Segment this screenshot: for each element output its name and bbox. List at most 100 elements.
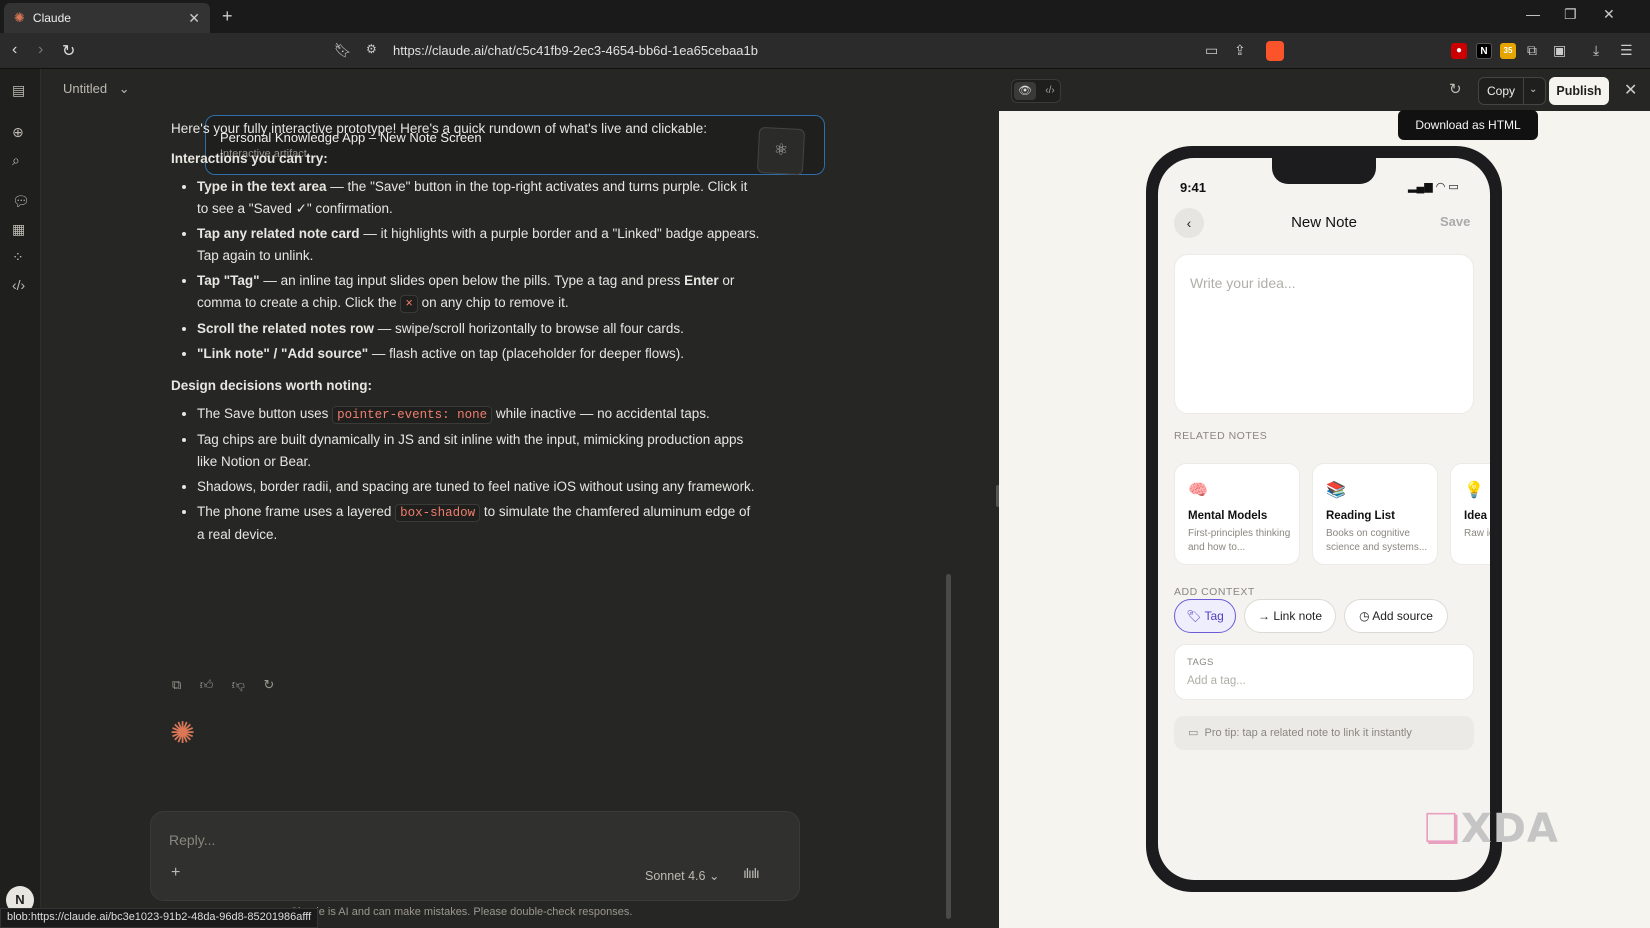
projects-icon[interactable]: ▦ (12, 221, 25, 238)
chevron-down-icon: ⌄ (708, 869, 720, 883)
list-item: Type in the text area — the "Save" butto… (197, 176, 761, 220)
message-actions: ⧉ 👍︎ 👎︎ ↻ (172, 676, 288, 694)
code-icon[interactable]: ‹/› (12, 277, 25, 293)
artifacts-icon[interactable]: ⁘ (12, 249, 24, 266)
thumbs-up-icon[interactable]: 👍︎ (200, 677, 214, 692)
editor-placeholder: Write your idea... (1190, 275, 1296, 291)
view-toggle[interactable]: 👁︎ ‹/› (1011, 79, 1061, 103)
note-card[interactable]: 💡 Idea I Raw id during (1450, 463, 1490, 565)
chats-icon[interactable]: 💬︎ (12, 193, 30, 210)
scrollbar[interactable] (946, 574, 951, 919)
retry-icon[interactable]: ↻ (263, 677, 274, 692)
related-notes-label: RELATED NOTES (1174, 430, 1268, 442)
bold-text: Enter (684, 273, 719, 288)
item-text: — swipe/scroll horizontally to browse al… (374, 321, 684, 336)
minimize-icon[interactable]: — (1526, 6, 1540, 22)
share-icon[interactable]: ⇪ (1234, 42, 1246, 59)
card-desc: Raw id during (1464, 528, 1490, 539)
copy-button[interactable]: Copy ⌄ (1478, 77, 1546, 105)
card-title: Idea I (1464, 510, 1490, 522)
menu-icon[interactable]: ☰ (1620, 42, 1633, 59)
restore-icon[interactable]: ❐ (1564, 6, 1577, 23)
pro-tip: ▭ Pro tip: tap a related note to link it… (1174, 716, 1474, 750)
extension-folder-icon[interactable]: 35 (1500, 43, 1516, 59)
downloads-icon[interactable]: ⤓ (1593, 42, 1599, 59)
tab-claude[interactable]: ✺ Claude ✕ (4, 3, 210, 33)
claude-favicon-icon: ✺ (14, 10, 25, 25)
site-settings-icon[interactable]: ⚙ (366, 42, 377, 56)
arrow-right-icon: → (1257, 609, 1270, 623)
react-atom-icon: ⚛ (756, 126, 806, 176)
brave-shield-icon[interactable] (1266, 41, 1284, 61)
bookmark-icon[interactable]: 🔖︎ (334, 42, 352, 59)
composer[interactable]: Reply... + Sonnet 4.6 ⌄ ılıılı (150, 811, 800, 901)
add-attachment-icon[interactable]: + (171, 864, 180, 882)
search-icon[interactable]: ⌕ (12, 152, 20, 169)
copy-icon[interactable]: ⧉ (172, 677, 181, 692)
refresh-preview-icon[interactable]: ↻ (1449, 80, 1462, 98)
extension-red-icon[interactable]: ● (1451, 43, 1467, 59)
chat-title[interactable]: Untitled ⌄ (63, 81, 130, 97)
extensions-puzzle-icon[interactable]: ⧉ (1527, 42, 1537, 59)
section-heading: Interactions you can try: (171, 151, 328, 166)
card-desc: First-principles thinking and how to... (1188, 528, 1291, 553)
item-text: while inactive — no accidental taps. (492, 406, 710, 421)
note-editor[interactable]: Write your idea... (1174, 254, 1474, 414)
browser-window: ✺ Claude ✕ + — ❐ ✕ ‹ › ↻ 🔖︎ ⚙ https://cl… (0, 0, 1650, 928)
note-card[interactable]: 🧠 Mental Models First-principles thinkin… (1174, 463, 1300, 565)
sidebar-rail: ▤ ⊕ ⌕ 💬︎ ▦ ⁘ ‹/› (0, 69, 41, 928)
tip-icon: ▭ (1188, 727, 1199, 739)
voice-mode-icon[interactable]: ılıılı (743, 865, 760, 881)
card-title: Reading List (1326, 510, 1396, 522)
close-tab-icon[interactable]: ✕ (188, 10, 200, 27)
bold-text: Type in the text area (197, 179, 327, 194)
item-text: — an inline tag input slides open below … (259, 273, 685, 288)
reload-icon[interactable]: ↻ (62, 41, 75, 61)
back-icon[interactable]: ‹ (12, 41, 17, 59)
phone-notch (1272, 158, 1376, 184)
add-source-chip[interactable]: ◷ Add source (1344, 599, 1448, 633)
address-bar: ‹ › ↻ 🔖︎ ⚙ https://claude.ai/chat/c5c41f… (0, 33, 1650, 69)
watermark-text: XDA (1460, 806, 1559, 852)
tab-title: Claude (32, 11, 71, 25)
publish-button[interactable]: Publish (1549, 77, 1609, 105)
tags-placeholder: Add a tag... (1187, 675, 1246, 687)
bold-text: Tap "Tag" (197, 273, 260, 288)
list-item: Tag chips are built dynamically in JS an… (197, 429, 761, 473)
clock-icon: ◷ (1359, 609, 1370, 623)
code-view-icon[interactable]: ‹/› (1039, 82, 1061, 100)
thumbs-down-icon[interactable]: 👎︎ (232, 677, 245, 692)
list-item: The phone frame uses a layered box-shado… (197, 501, 761, 546)
new-chat-icon[interactable]: ⊕ (12, 124, 24, 141)
bold-text: "Link note" / "Add source" (197, 346, 369, 361)
extension-n-icon[interactable]: N (1476, 43, 1492, 59)
tags-label: TAGS (1187, 657, 1214, 668)
reply-input[interactable]: Reply... (169, 832, 215, 848)
list-item: Scroll the related notes row — swipe/scr… (197, 318, 761, 340)
chip-label: Link note (1273, 609, 1323, 623)
tooltip: Download as HTML (1398, 110, 1538, 140)
item-text: The phone frame uses a layered (197, 504, 396, 519)
note-card[interactable]: 📚 Reading List Books on cognitive scienc… (1312, 463, 1438, 565)
list-item: Tap "Tag" — an inline tag input slides o… (197, 270, 761, 315)
section-heading: Design decisions worth noting: (171, 378, 373, 393)
chevron-down-icon[interactable]: ⌄ (1529, 84, 1537, 95)
model-selector[interactable]: Sonnet 4.6 ⌄ (645, 868, 719, 883)
forward-icon[interactable]: › (38, 41, 43, 59)
cast-icon[interactable]: ▭ (1205, 42, 1218, 59)
tag-chip[interactable]: 🏷︎ Tag (1174, 599, 1236, 633)
tags-input[interactable]: TAGS Add a tag... (1174, 644, 1474, 700)
url-field[interactable]: https://claude.ai/chat/c5c41fb9-2ec3-465… (393, 43, 758, 58)
close-preview-icon[interactable]: ✕ (1624, 80, 1637, 100)
link-note-chip[interactable]: → Link note (1244, 599, 1336, 633)
tab-bar: ✺ Claude ✕ + — ❐ ✕ (0, 0, 1650, 33)
related-notes-row[interactable]: 🧠 Mental Models First-principles thinkin… (1174, 463, 1490, 567)
preview-eye-icon[interactable]: 👁︎ (1014, 82, 1036, 100)
new-tab-icon[interactable]: + (222, 6, 233, 27)
item-text: Tag chips are built dynamically in JS an… (197, 432, 744, 469)
save-button[interactable]: Save (1440, 214, 1470, 229)
sidebar-toggle-icon[interactable]: ▤ (12, 82, 25, 99)
wallet-icon[interactable]: ▣ (1553, 42, 1566, 59)
books-icon: 📚 (1326, 482, 1346, 499)
close-window-icon[interactable]: ✕ (1603, 6, 1615, 23)
